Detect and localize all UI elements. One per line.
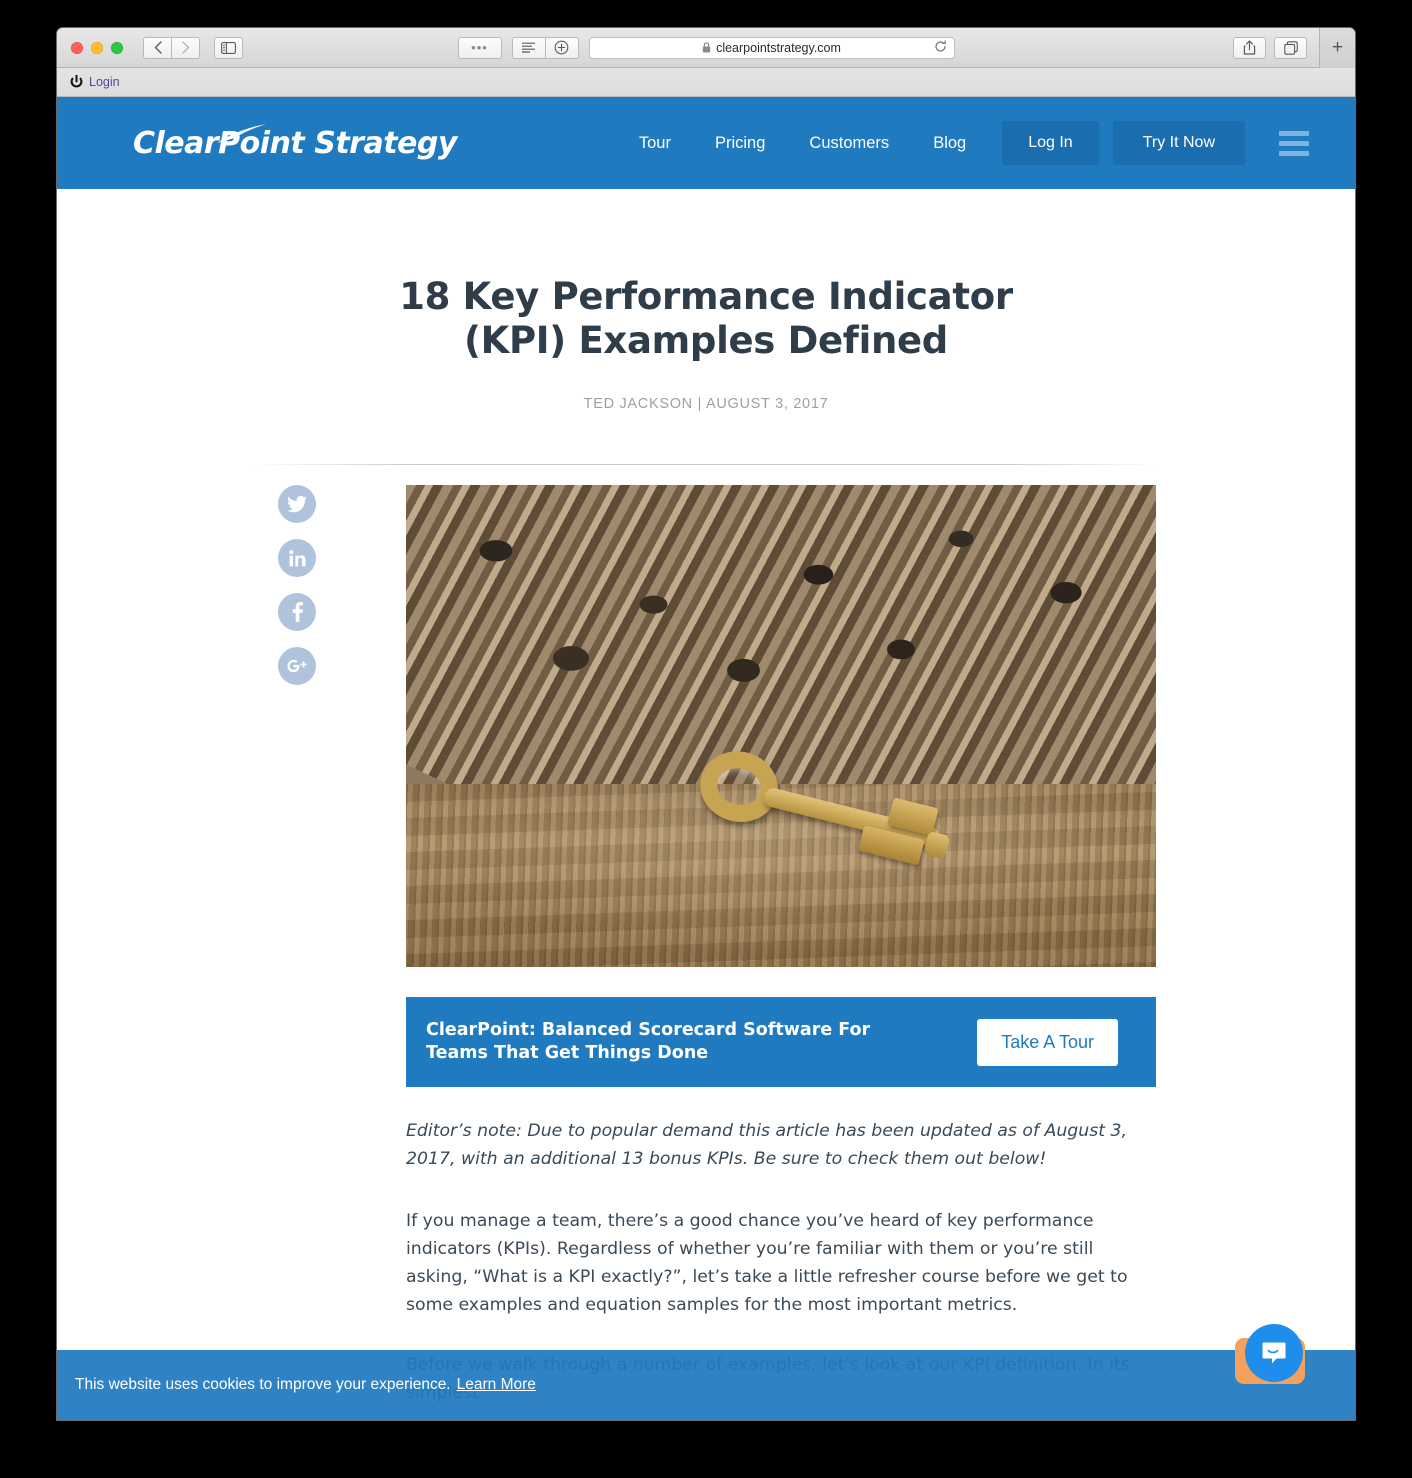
reload-icon[interactable] — [934, 39, 947, 56]
toolbar-right-group: + — [1225, 28, 1355, 68]
linkedin-icon[interactable] — [278, 539, 316, 578]
cookie-consent-banner: This website uses cookies to improve you… — [57, 1350, 1355, 1420]
editors-note-paragraph: Editor’s note: Due to popular demand thi… — [406, 1121, 1127, 1170]
zoom-in-icon[interactable] — [544, 36, 579, 59]
logo-swoosh-icon — [216, 117, 268, 152]
hamburger-bar — [1279, 150, 1309, 156]
forward-button[interactable] — [171, 36, 200, 59]
close-window-button[interactable] — [71, 41, 83, 54]
back-button[interactable] — [143, 36, 172, 59]
facebook-icon[interactable] — [278, 593, 316, 632]
key-tip — [923, 831, 951, 860]
bookmark-login[interactable]: Login — [65, 73, 125, 91]
byline-divider — [252, 464, 1160, 466]
bookmark-login-label: Login — [89, 75, 120, 89]
power-icon — [70, 75, 83, 89]
page-title: 18 Key Performance Indicator (KPI) Examp… — [399, 275, 1013, 362]
nav-item-blog[interactable]: Blog — [911, 134, 988, 153]
article-content: ClearPoint: Balanced Scorecard Software … — [406, 485, 1156, 1407]
site-header: ClearPoint Strategy Tour Pricing Custome… — [57, 97, 1355, 189]
chat-widget[interactable] — [1235, 1324, 1305, 1388]
toolbar-center-group: ••• clearpointstrategy.com — [57, 36, 1355, 59]
chat-bubble-icon[interactable] — [1245, 1324, 1303, 1382]
log-in-button[interactable]: Log In — [1002, 121, 1099, 165]
key-bow — [692, 743, 786, 831]
browser-window: ••• clearpointstrategy.com + Login Clear… — [57, 28, 1355, 1420]
new-tab-button[interactable]: + — [1319, 28, 1355, 68]
hamburger-bar — [1279, 140, 1309, 146]
cta-headline: ClearPoint: Balanced Scorecard Software … — [426, 1019, 871, 1064]
url-address-bar[interactable]: clearpointstrategy.com — [588, 36, 955, 59]
web-page: ClearPoint Strategy Tour Pricing Custome… — [57, 97, 1355, 1420]
cta-banner: ClearPoint: Balanced Scorecard Software … — [406, 997, 1156, 1088]
try-it-now-button[interactable]: Try It Now — [1112, 121, 1245, 165]
maximize-window-button[interactable] — [111, 41, 123, 54]
sidebar-toggle-button[interactable] — [214, 36, 243, 59]
article-byline: TED JACKSON | AUGUST 3, 2017 — [583, 396, 829, 413]
lock-icon — [702, 42, 711, 53]
cookie-banner-text: This website uses cookies to improve you… — [75, 1376, 451, 1393]
hamburger-menu-icon[interactable] — [1279, 130, 1309, 156]
intro-paragraph: If you manage a team, there’s a good cha… — [406, 1211, 1128, 1316]
ellipsis-glyph: ••• — [471, 39, 488, 55]
bookmarks-bar: Login — [57, 68, 1355, 97]
take-a-tour-button[interactable]: Take A Tour — [977, 1018, 1118, 1066]
url-text: clearpointstrategy.com — [716, 40, 841, 55]
article: 18 Key Performance Indicator (KPI) Examp… — [57, 275, 1355, 1403]
site-logo-text: ClearPoint Strategy — [133, 125, 457, 161]
navigation-buttons — [143, 36, 200, 59]
reader-view-icon[interactable] — [511, 36, 546, 59]
nav-item-customers[interactable]: Customers — [787, 134, 911, 153]
minimize-window-button[interactable] — [91, 41, 103, 54]
nav-item-pricing[interactable]: Pricing — [693, 134, 787, 153]
twitter-icon[interactable] — [278, 485, 316, 524]
nav-item-tour[interactable]: Tour — [617, 134, 693, 153]
window-controls — [71, 41, 123, 54]
googleplus-icon[interactable] — [278, 647, 316, 686]
cookie-learn-more-link[interactable]: Learn More — [457, 1376, 536, 1394]
rusty-keys-pile — [406, 485, 1156, 785]
tab-overview-icon[interactable] — [1274, 36, 1307, 59]
reader-zoom-group — [511, 36, 579, 59]
article-hero-image — [406, 485, 1156, 968]
site-logo[interactable]: ClearPoint Strategy — [133, 123, 457, 161]
ellipsis-icon[interactable]: ••• — [457, 36, 502, 59]
hamburger-bar — [1279, 130, 1309, 136]
site-navigation: Tour Pricing Customers Blog Log In Try I… — [617, 121, 1355, 165]
browser-toolbar: ••• clearpointstrategy.com + — [57, 28, 1355, 68]
social-share-rail — [278, 485, 316, 686]
share-icon[interactable] — [1233, 36, 1266, 59]
